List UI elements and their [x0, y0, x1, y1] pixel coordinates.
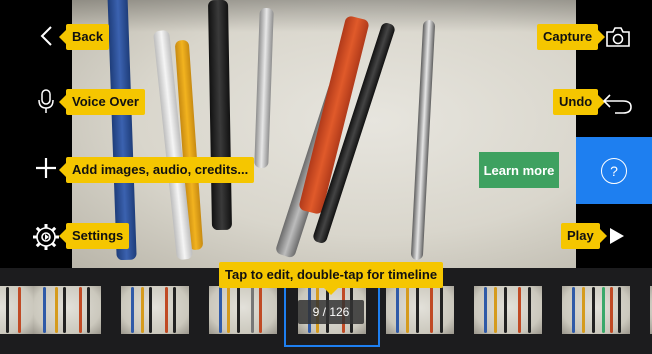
help-panel[interactable]: ?: [576, 137, 652, 204]
back-tag: Back: [58, 24, 110, 50]
frame-counter: 9 / 126: [298, 300, 364, 324]
microphone-icon: [38, 89, 54, 113]
add-media-button[interactable]: [34, 156, 58, 180]
timeline-thumbnail[interactable]: [0, 286, 34, 334]
timeline-thumbnail[interactable]: [562, 286, 630, 334]
timeline-thumbnail[interactable]: [386, 286, 454, 334]
timeline-thumbnail[interactable]: [474, 286, 542, 334]
timeline-hint-tag: Tap to edit, double-tap for timeline: [219, 262, 444, 295]
play-tag: Play: [561, 223, 607, 249]
play-button[interactable]: [606, 225, 628, 247]
settings-button[interactable]: [32, 223, 60, 251]
undo-button[interactable]: [600, 90, 634, 116]
camera-icon: [606, 27, 630, 47]
voice-over-button[interactable]: [34, 88, 58, 116]
plus-icon: [36, 158, 56, 178]
capture-button[interactable]: [604, 24, 632, 50]
app-screen: Back Voice Over Add images, audio, credi…: [0, 0, 652, 354]
timeline-thumbnail[interactable]: [33, 286, 101, 334]
undo-icon: [602, 94, 632, 114]
black-marker: [207, 0, 233, 231]
learn-more-button[interactable]: Learn more: [479, 152, 559, 188]
help-icon[interactable]: ?: [601, 157, 627, 184]
settings-tag: Settings: [58, 223, 130, 249]
timeline-thumbnail[interactable]: [121, 286, 189, 334]
settings-gear-icon: [33, 224, 59, 250]
timeline-thumbnail[interactable]: [209, 286, 277, 334]
play-icon: [610, 228, 624, 244]
voice-over-tag: Voice Over: [59, 89, 145, 115]
frame-preview[interactable]: [72, 0, 576, 268]
back-button[interactable]: [34, 24, 58, 48]
capture-tag: Capture: [537, 24, 606, 50]
undo-tag: Undo: [553, 89, 606, 115]
back-chevron-icon: [40, 26, 52, 46]
add-media-tag: Add images, audio, credits...: [58, 157, 255, 183]
